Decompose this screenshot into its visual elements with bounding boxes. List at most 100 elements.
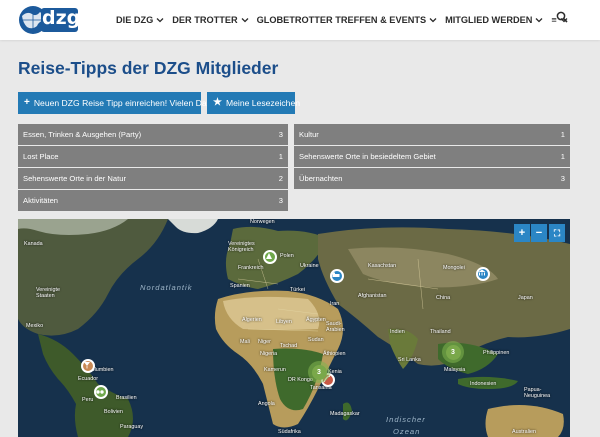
country-label: Tschad <box>280 343 298 349</box>
star-icon: ★ <box>213 97 222 108</box>
category-label: Sehenswerte Orte in der Natur <box>23 174 126 183</box>
world-map[interactable]: Nordatlantik Indischer Ozean Norwegen Ka… <box>18 219 570 437</box>
ocean-label: Indischer <box>386 415 426 424</box>
chevron-down-icon <box>429 18 437 23</box>
nav-item-globetrotter-treffen[interactable]: GLOBETROTTER TREFFEN & EVENTS <box>257 15 437 25</box>
country-label: China <box>436 295 451 301</box>
category-label: Kultur <box>299 130 319 139</box>
map-cluster[interactable]: 3 <box>308 361 330 383</box>
category-label: Sehenswerte Orte in besiedeltem Gebiet <box>299 152 436 161</box>
map-terrain <box>18 219 570 437</box>
category-populated-sights[interactable]: Sehenswerte Orte in besiedeltem Gebiet 1 <box>294 146 570 167</box>
country-label: Südafrika <box>278 429 301 435</box>
page: dzg DIE DZG DER TROTTER GLOBETROTTER TRE… <box>0 0 600 437</box>
country-label: Frankreich <box>238 265 264 271</box>
map-marker-activity[interactable] <box>263 250 277 264</box>
category-food-drink-party[interactable]: Essen, Trinken & Ausgehen (Party) 3 <box>18 124 288 145</box>
search-icon[interactable] <box>556 11 568 23</box>
drink-icon <box>84 362 90 369</box>
country-label: Philippinen <box>483 350 510 356</box>
country-label: Kasachstan <box>368 263 397 269</box>
page-title: Reise-Tipps der DZG Mitglieder <box>18 58 279 78</box>
category-label: Übernachten <box>299 174 343 183</box>
category-count: 3 <box>560 174 565 183</box>
country-label: Indonesien <box>470 381 497 387</box>
country-label: Kanada <box>24 241 43 247</box>
country-label: Polen <box>280 253 294 259</box>
nav-item-label: DIE DZG <box>116 15 154 25</box>
nav-item-die-dzg[interactable]: DIE DZG <box>116 15 164 25</box>
map-cluster[interactable]: 3 <box>442 341 464 363</box>
country-label: Mongolei <box>443 265 465 271</box>
country-label: Iran <box>330 301 340 307</box>
category-activities[interactable]: Aktivitäten 3 <box>18 190 288 211</box>
reading-list-button[interactable]: ★ Meine Lesezeichen <box>207 92 300 114</box>
country-label: Mali <box>240 339 250 345</box>
country-label: Mexiko <box>26 323 44 329</box>
country-label: Ägypten <box>306 317 326 323</box>
map-marker-accommodation[interactable] <box>330 269 344 283</box>
country-label: Vereinigtes Königreich <box>228 241 255 253</box>
country-label: Bolivien <box>104 409 123 415</box>
country-label: Algerien <box>242 317 262 323</box>
country-label: Madagaskar <box>330 411 360 417</box>
category-count: 3 <box>278 196 283 205</box>
category-culture[interactable]: Kultur 1 <box>294 124 570 145</box>
plus-icon: + <box>24 97 30 108</box>
chevron-down-icon <box>535 18 543 23</box>
chevron-down-icon <box>241 18 249 23</box>
main-navigation: DIE DZG DER TROTTER GLOBETROTTER TREFFEN… <box>116 0 576 40</box>
country-label: Nigeria <box>260 351 278 357</box>
country-label: Sri Lanka <box>398 357 421 363</box>
country-label: Norwegen <box>250 219 275 225</box>
nav-item-mitglied-werden[interactable]: MITGLIED WERDEN <box>445 15 543 25</box>
country-label: Kamerun <box>264 367 286 373</box>
nav-item-label: MITGLIED WERDEN <box>445 15 533 25</box>
map-zoom-out-button[interactable]: − <box>531 224 547 242</box>
country-label: Vereinigte Staaten <box>36 287 60 299</box>
category-label: Lost Place <box>23 152 59 161</box>
category-count: 1 <box>278 152 283 161</box>
country-label: Afghanistan <box>358 293 387 299</box>
country-label: Saudi-Arabien <box>326 321 345 333</box>
country-label: Sudan <box>308 337 324 343</box>
country-label: Angola <box>258 401 275 407</box>
ocean-label: Nordatlantik <box>140 283 193 292</box>
category-label: Essen, Trinken & Ausgehen (Party) <box>23 130 142 139</box>
country-label: Spanien <box>230 283 250 289</box>
country-label: Türkei <box>290 287 305 293</box>
ocean-label: Ozean <box>393 427 421 436</box>
country-label: Ukraine <box>300 263 319 269</box>
country-label: Niger <box>258 339 271 345</box>
submit-new-tip-button[interactable]: + Neuen DZG Reise Tipp einreichen! Viele… <box>18 92 216 114</box>
cluster-count: 3 <box>445 344 461 360</box>
category-count: 2 <box>278 174 283 183</box>
country-label: Malaysia <box>444 367 466 373</box>
category-nature-sights[interactable]: Sehenswerte Orte in der Natur 2 <box>18 168 288 189</box>
country-label: Peru <box>82 397 94 403</box>
nav-item-label: DER TROTTER <box>172 15 238 25</box>
map-marker-food-drink[interactable] <box>81 359 95 373</box>
category-label: Aktivitäten <box>23 196 59 205</box>
category-lost-place[interactable]: Lost Place 1 <box>18 146 288 167</box>
country-label: Indien <box>390 329 405 335</box>
country-label: Libyen <box>276 319 292 325</box>
bed-icon <box>332 272 340 277</box>
category-count: 1 <box>560 152 565 161</box>
chevron-down-icon <box>156 18 164 23</box>
map-marker-culture[interactable] <box>476 267 490 281</box>
category-accommodation[interactable]: Übernachten 3 <box>294 168 570 189</box>
hiking-icon <box>266 253 272 259</box>
map-zoom-in-button[interactable]: + <box>514 224 530 242</box>
binoculars-icon <box>96 390 104 394</box>
map-fullscreen-button[interactable]: ⛶ <box>549 224 565 242</box>
map-marker-nature[interactable] <box>94 385 108 399</box>
nav-item-der-trotter[interactable]: DER TROTTER <box>172 15 249 25</box>
country-label: Australien <box>512 429 536 435</box>
country-label: Ecuador <box>78 376 99 382</box>
country-label: Brasilien <box>116 395 137 401</box>
top-navigation-bar: dzg DIE DZG DER TROTTER GLOBETROTTER TRE… <box>0 0 600 40</box>
museum-icon <box>478 269 486 276</box>
country-label: Paraguay <box>120 424 144 430</box>
country-label: Japan <box>518 295 533 301</box>
